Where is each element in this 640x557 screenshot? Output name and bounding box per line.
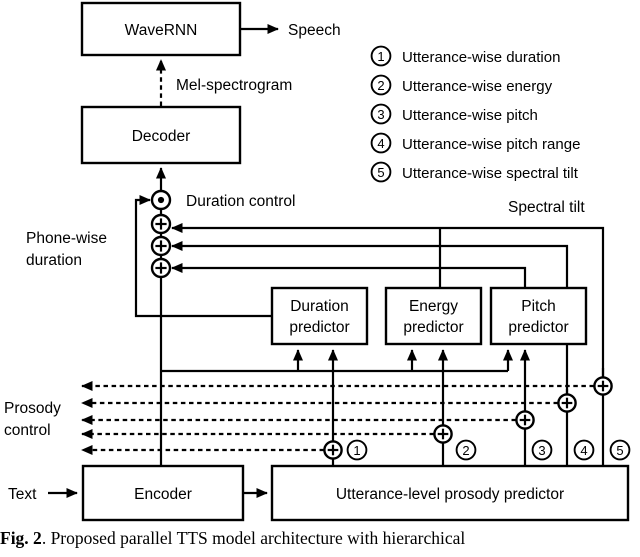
mel-spectrogram-label: Mel-spectrogram	[176, 77, 292, 94]
legend-num-3: 3	[377, 107, 384, 122]
text-input-label: Text	[8, 486, 37, 503]
spectral-tilt-label: Spectral tilt	[508, 199, 585, 216]
duration-control-label: Duration control	[186, 193, 295, 210]
figure-caption-text: . Proposed parallel TTS model architectu…	[41, 528, 466, 548]
prosody-control-label-line2: control	[4, 422, 51, 439]
phone-wise-duration-label-line1: Phone-wise	[26, 230, 107, 247]
speech-label: Speech	[288, 22, 341, 39]
figure-caption: Fig. 2. Proposed parallel TTS model arch…	[0, 528, 640, 549]
energy-predictor-label-line1: Energy	[409, 298, 458, 315]
pitch-predictor-label-line2: predictor	[508, 319, 568, 336]
wavernn-label: WaveRNN	[125, 22, 198, 39]
legend-label-1: Utterance-wise duration	[402, 49, 560, 66]
decoder-label: Decoder	[132, 128, 191, 145]
pitch-predictor-label-line1: Pitch	[521, 298, 555, 315]
energy-predictor-label-line2: predictor	[403, 319, 463, 336]
multiply-dot-icon	[157, 196, 165, 204]
duration-predictor-label-line2: predictor	[289, 319, 349, 336]
pitch-predictor-output-wire	[171, 262, 527, 288]
marker-label-1: 1	[353, 443, 360, 458]
marker-label-3: 3	[538, 443, 545, 458]
marker-label-4: 4	[580, 443, 587, 458]
legend-num-5: 5	[377, 165, 384, 180]
figure-container: WaveRNN Speech Mel-spectrogram Decoder D…	[0, 0, 640, 557]
legend-num-2: 2	[377, 78, 384, 93]
legend-group: 1 Utterance-wise duration 2 Utterance-wi…	[370, 45, 580, 183]
legend-label-3: Utterance-wise pitch	[402, 107, 538, 124]
prosody-control-label-line1: Prosody	[4, 400, 61, 417]
utterance-prosody-predictor-label: Utterance-level prosody predictor	[336, 486, 564, 503]
marker-label-2: 2	[462, 443, 469, 458]
phone-wise-duration-label-line2: duration	[26, 252, 82, 269]
legend-label-4: Utterance-wise pitch range	[402, 136, 580, 153]
duration-predictor-label-line1: Duration	[290, 298, 349, 315]
legend-num-4: 4	[377, 136, 384, 151]
legend-label-2: Utterance-wise energy	[402, 78, 553, 95]
legend-num-1: 1	[377, 49, 384, 64]
encoder-label: Encoder	[134, 486, 192, 503]
legend-label-5: Utterance-wise spectral tilt	[402, 165, 579, 182]
marker-label-5: 5	[616, 443, 623, 458]
architecture-diagram: WaveRNN Speech Mel-spectrogram Decoder D…	[4, 1, 631, 522]
figure-caption-label: Fig. 2	[0, 528, 42, 548]
